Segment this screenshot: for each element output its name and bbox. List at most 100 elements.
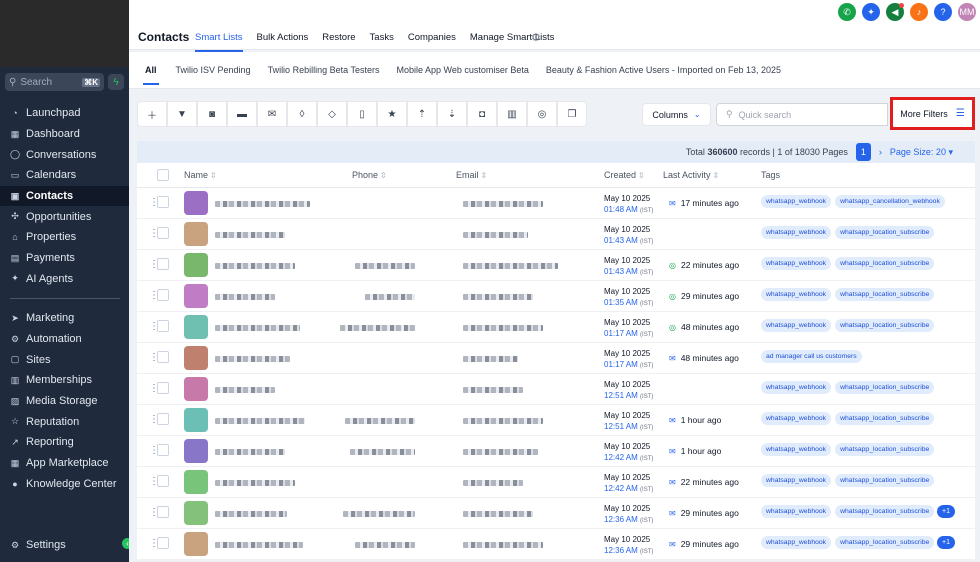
row-checkbox[interactable] — [157, 196, 169, 208]
smart-list-tab[interactable]: All — [143, 65, 159, 85]
column-phone[interactable]: Phone ⇳ — [352, 170, 387, 180]
robot-icon[interactable]: ◙ — [197, 101, 227, 127]
chevron-right-icon[interactable]: › — [879, 147, 882, 157]
tag-badge[interactable]: whatsapp_webhook — [761, 226, 832, 239]
contact-name-redacted[interactable] — [215, 325, 300, 331]
sidebar-item-knowledge-center[interactable]: ● Knowledge Center — [0, 474, 129, 495]
contact-email-redacted[interactable] — [463, 356, 518, 362]
tab-restore[interactable]: Restore — [322, 32, 355, 52]
sidebar-item-reputation[interactable]: ☆ Reputation — [0, 411, 129, 432]
sidebar-item-memberships[interactable]: ▥ Memberships — [0, 370, 129, 391]
column-created[interactable]: Created ⇳ — [604, 170, 645, 180]
row-checkbox[interactable] — [157, 289, 169, 301]
smart-list-tab[interactable]: Twilio Rebilling Beta Testers — [268, 65, 380, 75]
contact-phone-redacted[interactable] — [340, 325, 415, 331]
tag-badge[interactable]: whatsapp_location_subscribe — [835, 319, 935, 332]
contact-email-redacted[interactable] — [463, 449, 538, 455]
tag-badge[interactable]: whatsapp_location_subscribe — [835, 257, 935, 270]
filter-icon[interactable]: ▼ — [167, 101, 197, 127]
tag-badge[interactable]: whatsapp_webhook — [761, 443, 832, 456]
tag-badge[interactable]: whatsapp_webhook — [761, 381, 832, 394]
sidebar-item-automation[interactable]: ⚙ Automation — [0, 329, 129, 350]
contact-email-redacted[interactable] — [463, 325, 543, 331]
import-icon[interactable]: ⇣ — [437, 101, 467, 127]
sidebar-item-payments[interactable]: ▤ Payments — [0, 248, 129, 269]
more-filters-button[interactable]: More Filters ☰ — [890, 97, 975, 130]
page-size-select[interactable]: Page Size: 20 ▾ — [890, 147, 953, 158]
apps-icon[interactable]: ✦ — [862, 3, 880, 21]
tag-badge[interactable]: whatsapp_webhook — [761, 195, 832, 208]
tag-badge[interactable]: whatsapp_location_subscribe — [835, 381, 935, 394]
more-tags-badge[interactable]: +1 — [937, 505, 955, 518]
tag-badge[interactable]: whatsapp_location_subscribe — [835, 505, 935, 518]
chart-icon[interactable]: ▥ — [497, 101, 527, 127]
contact-name-redacted[interactable] — [215, 511, 287, 517]
contact-phone-redacted[interactable] — [350, 449, 415, 455]
phone-icon[interactable]: ✆ — [838, 3, 856, 21]
avatar[interactable]: MM — [958, 3, 976, 21]
smart-list-tab[interactable]: Mobile App Web customiser Beta — [396, 65, 528, 75]
contact-name-redacted[interactable] — [215, 480, 295, 486]
tag-badge[interactable]: whatsapp_webhook — [761, 319, 832, 332]
lock-icon[interactable]: ◘ — [467, 101, 497, 127]
sidebar-item-media-storage[interactable]: ▨ Media Storage — [0, 391, 129, 412]
contact-name-redacted[interactable] — [215, 449, 285, 455]
contact-phone-redacted[interactable] — [355, 542, 415, 548]
contact-email-redacted[interactable] — [463, 511, 533, 517]
column-email[interactable]: Email ⇳ — [456, 170, 487, 180]
contact-name-redacted[interactable] — [215, 387, 275, 393]
table-row[interactable]: ⋮ May 10 2025 12:51 AM (IST) whatsapp_webho… — [137, 374, 975, 405]
tag-badge[interactable]: whatsapp_location_subscribe — [835, 226, 935, 239]
row-checkbox[interactable] — [157, 351, 169, 363]
contact-email-redacted[interactable] — [463, 418, 543, 424]
contact-phone-redacted[interactable] — [355, 263, 415, 269]
email-icon[interactable]: ✉ — [257, 101, 287, 127]
tag-badge[interactable]: whatsapp_webhook — [761, 505, 832, 518]
sidebar-item-sites[interactable]: ▢ Sites — [0, 349, 129, 370]
columns-button[interactable]: Columns ⌄ — [642, 103, 711, 126]
bell-icon[interactable]: ♪ — [910, 3, 928, 21]
sidebar-item-properties[interactable]: ⌂ Properties — [0, 227, 129, 248]
export-icon[interactable]: ⇡ — [407, 101, 437, 127]
contact-phone-redacted[interactable] — [365, 294, 415, 300]
sidebar-item-settings[interactable]: ⚙ Settings — [0, 535, 129, 556]
tab-bulk-actions[interactable]: Bulk Actions — [257, 32, 309, 52]
tag-add-icon[interactable]: ◊ — [287, 101, 317, 127]
table-row[interactable]: ⋮ May 10 2025 12:42 AM (IST) ✉ 22 minutes ag… — [137, 467, 975, 498]
tag-badge[interactable]: ad manager call us customers — [761, 350, 862, 363]
smart-list-tab[interactable]: Beauty & Fashion Active Users - Imported… — [546, 65, 781, 75]
select-all-checkbox[interactable] — [157, 169, 169, 181]
row-checkbox[interactable] — [157, 444, 169, 456]
tag-badge[interactable]: whatsapp_location_subscribe — [835, 474, 935, 487]
table-row[interactable]: ⋮ May 10 2025 01:43 AM (IST) ◎ 22 minutes ag… — [137, 250, 975, 281]
tag-badge[interactable]: whatsapp_location_subscribe — [835, 443, 935, 456]
contact-name-redacted[interactable] — [215, 542, 303, 548]
contact-email-redacted[interactable] — [463, 480, 523, 486]
table-row[interactable]: ⋮ May 10 2025 12:36 AM (IST) ✉ 29 minutes ag… — [137, 529, 975, 560]
more-tags-badge[interactable]: +1 — [937, 536, 955, 549]
table-row[interactable]: ⋮ May 10 2025 12:51 AM (IST) ✉ 1 hour ago wha… — [137, 405, 975, 436]
megaphone-icon[interactable]: ◀ — [886, 3, 904, 21]
page-number-button[interactable]: 1 — [855, 143, 871, 161]
contact-email-redacted[interactable] — [463, 542, 543, 548]
row-checkbox[interactable] — [157, 258, 169, 270]
row-checkbox[interactable] — [157, 382, 169, 394]
trash-icon[interactable]: ▯ — [347, 101, 377, 127]
copy-icon[interactable]: ❐ — [557, 101, 587, 127]
sidebar-item-conversations[interactable]: ◯ Conversations — [0, 144, 129, 165]
sidebar-item-opportunities[interactable]: ✣ Opportunities — [0, 206, 129, 227]
sidebar-item-contacts[interactable]: ▣ Contacts — [0, 185, 129, 207]
whatsapp-icon[interactable]: ◎ — [527, 101, 557, 127]
star-icon[interactable]: ★ — [377, 101, 407, 127]
help-icon[interactable]: ? — [934, 3, 952, 21]
row-checkbox[interactable] — [157, 320, 169, 332]
sidebar-search-input[interactable]: ⚲ Search ⌘K — [5, 73, 104, 91]
sidebar-item-launchpad[interactable]: ◔ Launchpad — [0, 103, 129, 124]
row-checkbox[interactable] — [157, 475, 169, 487]
row-checkbox[interactable] — [157, 227, 169, 239]
table-row[interactable]: ⋮ May 10 2025 01:48 AM (IST) ✉ 17 minutes ag… — [137, 188, 975, 219]
table-row[interactable]: ⋮ May 10 2025 01:35 AM (IST) ◎ 29 minutes ag… — [137, 281, 975, 312]
add-contact-icon[interactable]: ＋ — [137, 101, 167, 127]
contact-email-redacted[interactable] — [463, 387, 523, 393]
row-checkbox[interactable] — [157, 506, 169, 518]
